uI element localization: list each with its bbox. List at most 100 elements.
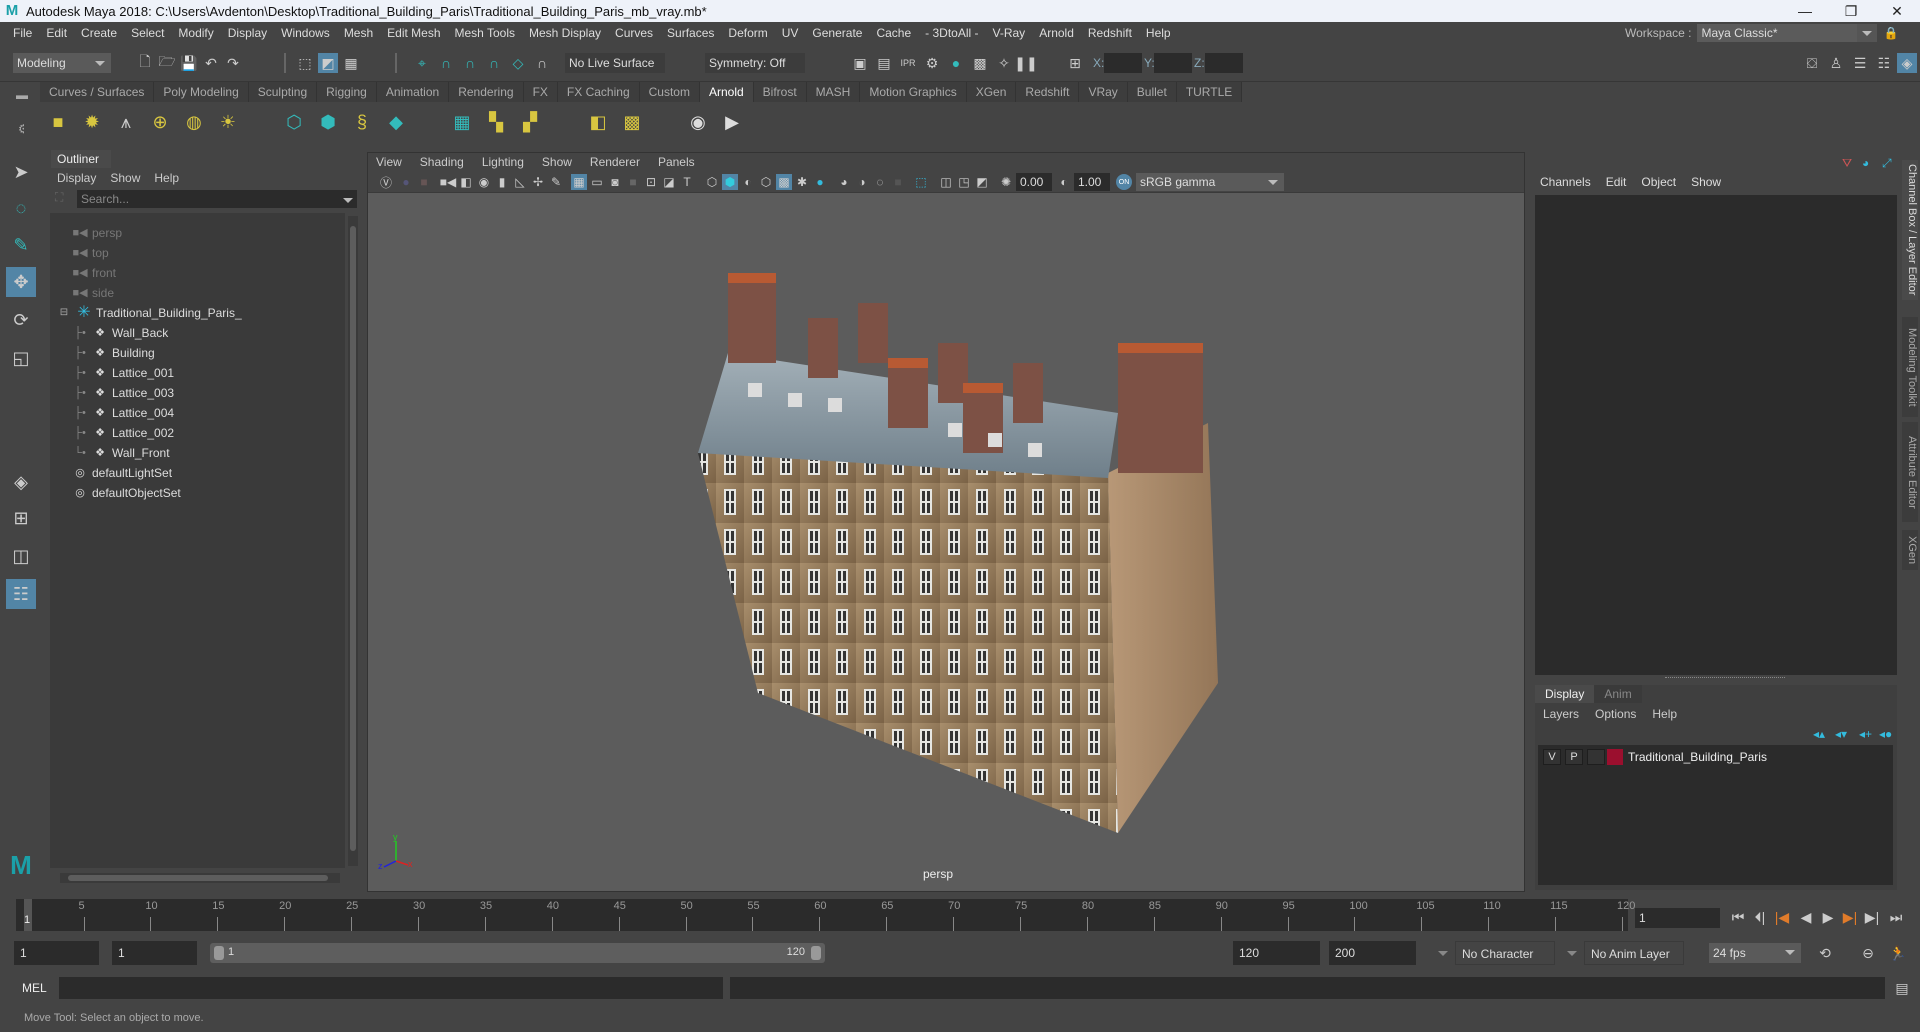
save-scene-icon[interactable]: 💾	[179, 53, 199, 73]
filter-icon[interactable]: ⛶	[55, 190, 63, 205]
shelf-tab-rigging[interactable]: Rigging	[317, 82, 377, 102]
outliner-horizontal-scrollbar[interactable]	[60, 873, 340, 883]
use-default-material-icon[interactable]: ◐	[740, 174, 756, 190]
color-management-toggle[interactable]: ON	[1116, 174, 1132, 190]
anti-aliasing-icon[interactable]: ◌	[872, 174, 888, 190]
single-perspective-layout-icon[interactable]: ◈	[6, 467, 36, 497]
gamma-icon[interactable]: ◐	[1056, 174, 1072, 190]
tx-manager-icon[interactable]: ▚	[482, 108, 510, 136]
range-start-handle[interactable]	[214, 946, 224, 960]
channel-menu-object[interactable]: Object	[1641, 174, 1676, 190]
outliner-item-side[interactable]: ■◀ side	[72, 283, 114, 303]
anim-layer-field[interactable]: No Anim Layer	[1584, 941, 1684, 965]
layer-menu-help[interactable]: Help	[1652, 707, 1677, 721]
symmetry-dropdown[interactable]: Symmetry: Off	[705, 53, 805, 73]
viewport-menu-view[interactable]: View	[376, 155, 402, 169]
select-component-icon[interactable]: ▦	[341, 53, 361, 73]
anim-layer-menu-icon[interactable]	[1567, 951, 1577, 956]
command-language-toggle[interactable]: MEL	[22, 981, 47, 995]
side-tab-attribute-editor[interactable]: Attribute Editor	[1902, 422, 1918, 522]
snap-grid-icon[interactable]: ⌖	[412, 53, 432, 73]
channel-box-toggle-icon[interactable]: ⛛	[1842, 156, 1852, 171]
move-layer-down-icon[interactable]: ◂▾	[1835, 727, 1847, 741]
snap-view-plane-icon[interactable]: ∩	[484, 53, 504, 73]
layer-color-swatch[interactable]	[1607, 749, 1623, 765]
outliner-menu-show[interactable]: Show	[110, 170, 140, 186]
gate-mask-icon[interactable]: ■	[625, 174, 641, 190]
viewport-menu-renderer[interactable]: Renderer	[590, 155, 640, 169]
menu-edit-mesh[interactable]: Edit Mesh	[380, 22, 447, 44]
menu-help[interactable]: Help	[1139, 22, 1178, 44]
menu-create[interactable]: Create	[74, 22, 124, 44]
loop-icon[interactable]: ⟲	[1815, 943, 1835, 963]
layer-visibility-toggle[interactable]: V	[1543, 749, 1561, 765]
lasso-tool-icon[interactable]: ◌	[6, 193, 36, 223]
step-back-frame-icon[interactable]: ⏴|	[1750, 907, 1770, 927]
layer-tab-anim[interactable]: Anim	[1594, 685, 1642, 703]
wireframe-on-shaded-icon[interactable]: ⬡	[758, 174, 774, 190]
command-input[interactable]	[59, 977, 723, 999]
outliner-item-mesh[interactable]: ├• ❖ Building	[72, 343, 155, 363]
ipr-render-icon[interactable]: IPR	[898, 53, 918, 73]
fps-dropdown[interactable]: 24 fps	[1709, 943, 1801, 963]
layer-playback-toggle[interactable]: P	[1565, 749, 1583, 765]
xray-joints-icon[interactable]: ◩	[974, 174, 990, 190]
shelf-tab-rendering[interactable]: Rendering	[449, 82, 524, 102]
photometric-light-icon[interactable]: ⩚	[112, 108, 140, 136]
physical-sky-icon[interactable]: ☀	[214, 108, 242, 136]
shadows-icon[interactable]: ●	[812, 174, 828, 190]
outliner-search-input[interactable]: Search...	[77, 190, 357, 208]
outliner-item-persp[interactable]: ■◀ persp	[72, 223, 122, 243]
isolate-select-icon[interactable]: ⬚	[913, 174, 929, 190]
character-set-field[interactable]: No Character Set	[1455, 941, 1555, 985]
xray-active-components-icon[interactable]: ◳	[956, 174, 972, 190]
snap-curve-icon[interactable]: ∩	[436, 53, 456, 73]
paint-select-tool-icon[interactable]: ✎	[6, 230, 36, 260]
character-set-menu-icon[interactable]	[1438, 951, 1448, 956]
menu-surfaces[interactable]: Surfaces	[660, 22, 721, 44]
pause-viewport-icon[interactable]: ❚❚	[1014, 53, 1037, 73]
channel-menu-edit[interactable]: Edit	[1606, 174, 1627, 190]
render-view-icon[interactable]: ▣	[850, 53, 870, 73]
layer-tab-display[interactable]: Display	[1535, 685, 1595, 703]
playback-start-field[interactable]: 1	[112, 941, 197, 965]
menu-deform[interactable]: Deform	[721, 22, 774, 44]
snapshot-icon[interactable]: ■	[416, 174, 432, 190]
transform-mode-icon[interactable]: ⊞	[1065, 53, 1085, 73]
view-transform-dropdown[interactable]: sRGB gamma	[1136, 173, 1284, 191]
export-standin-icon[interactable]: ⬢	[314, 108, 342, 136]
move-tool-icon[interactable]: ✥	[6, 267, 36, 297]
viewer-icon[interactable]: ◉	[684, 108, 712, 136]
texture-icon[interactable]: ▩	[618, 108, 646, 136]
exposure-icon[interactable]: ✺	[998, 174, 1014, 190]
shelf-tab-arnold[interactable]: Arnold	[699, 82, 754, 102]
exposure-field[interactable]: 0.00	[1016, 173, 1052, 191]
menu-mesh[interactable]: Mesh	[337, 22, 380, 44]
time-slider-track[interactable]: 1 5 10 15 20 25 30 35 40 45 50 55 60 65 70 75 80 85 90 95 1…	[16, 899, 1635, 931]
new-layer-icon[interactable]: ◂+	[1859, 727, 1872, 741]
outliner-item-mesh[interactable]: ├• ❖ Lattice_004	[72, 403, 174, 423]
menu-generate[interactable]: Generate	[805, 22, 869, 44]
outliner-layout-icon[interactable]: ☷	[6, 579, 36, 609]
render-view-arnold-icon[interactable]: ▦	[448, 108, 476, 136]
safe-title-icon[interactable]: T	[679, 174, 695, 190]
rotate-tool-icon[interactable]: ⟳	[6, 305, 36, 335]
skydome-light-icon[interactable]: ⊕	[146, 108, 174, 136]
resolution-gate-icon[interactable]: ◙	[607, 174, 623, 190]
current-frame-field[interactable]: 1	[1635, 908, 1720, 928]
motion-blur-icon[interactable]: ◑	[854, 174, 870, 190]
redo-icon[interactable]: ↷	[223, 53, 243, 73]
shelf-tab-redshift[interactable]: Redshift	[1016, 82, 1080, 102]
grease-pencil-icon[interactable]: ✎	[548, 174, 564, 190]
range-end-handle[interactable]	[811, 946, 821, 960]
field-chart-icon[interactable]: ⊡	[643, 174, 659, 190]
tool-settings-icon[interactable]: ☷	[1874, 53, 1894, 73]
hypershade-icon[interactable]: ●	[946, 53, 966, 73]
new-layer-selected-icon[interactable]: ◂●	[1879, 727, 1892, 741]
menu-modify[interactable]: Modify	[171, 22, 220, 44]
menu-curves[interactable]: Curves	[608, 22, 660, 44]
menu-redshift[interactable]: Redshift	[1081, 22, 1139, 44]
side-tab-xgen[interactable]: XGen	[1902, 530, 1918, 570]
flush-textures-icon[interactable]: ▞	[516, 108, 544, 136]
snap-projected-icon[interactable]: ∩	[532, 53, 552, 73]
